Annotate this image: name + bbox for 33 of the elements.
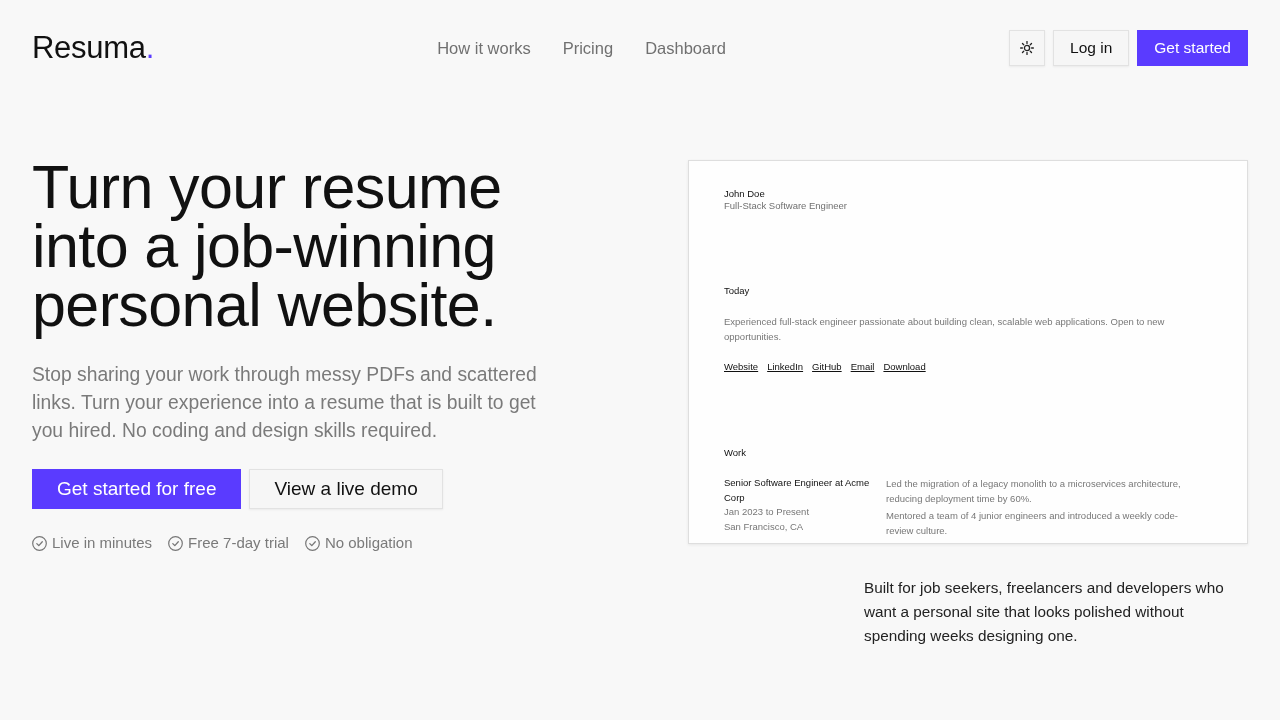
theme-toggle-button[interactable] xyxy=(1009,30,1046,66)
nav-link[interactable]: Pricing xyxy=(562,36,614,60)
login-button[interactable]: Log in xyxy=(1053,30,1130,66)
job-title: Senior Software Engineer at Acme Corp xyxy=(724,476,871,505)
section-title: Work xyxy=(724,447,747,459)
resume-name: John Doe xyxy=(724,188,766,200)
resume-link[interactable]: GitHub xyxy=(812,359,842,374)
get-started-button[interactable]: Get started xyxy=(1137,30,1248,66)
nav-link[interactable]: Dashboard xyxy=(645,36,726,60)
resume-role: Full-Stack Software Engineer xyxy=(724,200,849,212)
resume-link[interactable]: Email xyxy=(850,359,875,374)
job-description: Led the migration of a legacy monolith to a microservices architecture, reducing deployment time by 60%. xyxy=(886,477,1182,506)
perk-text: No obligation xyxy=(324,533,413,553)
nav-link[interactable]: How it works xyxy=(437,36,531,60)
perk-text: Live in minutes xyxy=(52,533,153,553)
perk-text: Free 7-day trial xyxy=(188,533,289,553)
tagline-text: Built for job seekers, freelancers and developers who want a personal site that looks polished without spending weeks designing one. xyxy=(864,578,1225,646)
job-dates: Jan 2023 to Present xyxy=(724,505,811,520)
brand-logo[interactable]: Resuma. xyxy=(32,30,154,66)
check-circle-icon xyxy=(32,535,47,551)
sun-icon xyxy=(1020,41,1035,55)
resume-summary: Experienced full-stack engineer passionate about building clean, scalable web applications. Open to new opportunities. xyxy=(724,315,1166,344)
resume-link[interactable]: Download xyxy=(883,359,926,374)
job-location: San Francisco, CA xyxy=(724,520,805,535)
section-title: Today xyxy=(724,285,751,297)
check-circle-icon xyxy=(168,535,184,551)
job-description: Mentored a team of 4 junior engineers and introduced a weekly code-review culture. xyxy=(886,509,1180,538)
resume-link[interactable]: Website xyxy=(724,359,759,374)
hero-description: Stop sharing your work through messy PDFs and scattered links. Turn your experience into a resume that is built to get you hired. No coding and design skills required. xyxy=(32,363,538,443)
demo-button[interactable]: View a live demo xyxy=(249,469,443,509)
resume-link[interactable]: LinkedIn xyxy=(767,359,804,374)
cta-button[interactable]: Get started for free xyxy=(32,469,242,509)
check-circle-icon xyxy=(304,535,320,551)
